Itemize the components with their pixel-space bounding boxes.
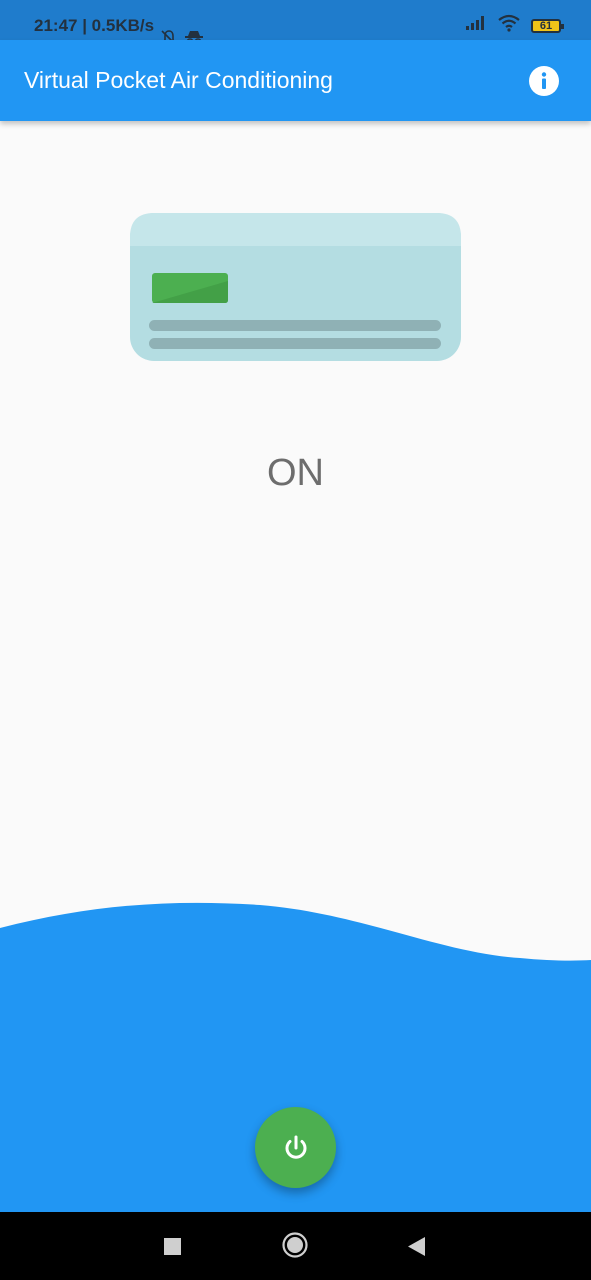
status-left: 21:47 | 0.5KB/s — [34, 0, 204, 46]
back-triangle-icon — [408, 1237, 425, 1256]
air-conditioner-illustration — [130, 213, 461, 361]
wifi-icon — [497, 14, 521, 37]
info-icon — [529, 66, 559, 96]
ac-state-label: ON — [267, 452, 324, 494]
circle-icon — [282, 1232, 308, 1258]
battery-level: 61 — [539, 19, 553, 32]
home-button[interactable] — [282, 1232, 308, 1263]
power-button[interactable] — [255, 1107, 336, 1188]
app-bar: Virtual Pocket Air Conditioning — [0, 40, 591, 121]
info-button[interactable] — [529, 66, 559, 96]
back-button[interactable] — [407, 1236, 426, 1262]
power-icon — [285, 1135, 306, 1159]
battery-icon: 61 — [531, 18, 564, 33]
system-nav-bar — [0, 1212, 591, 1280]
power-indicator-light — [152, 273, 228, 303]
square-icon — [164, 1238, 181, 1255]
recents-button[interactable] — [164, 1238, 181, 1260]
app-title: Virtual Pocket Air Conditioning — [24, 67, 333, 93]
status-right: 61 — [465, 14, 564, 37]
signal-icon — [465, 15, 487, 36]
status-bar: 21:47 | 0.5KB/s 61 — [0, 0, 591, 46]
